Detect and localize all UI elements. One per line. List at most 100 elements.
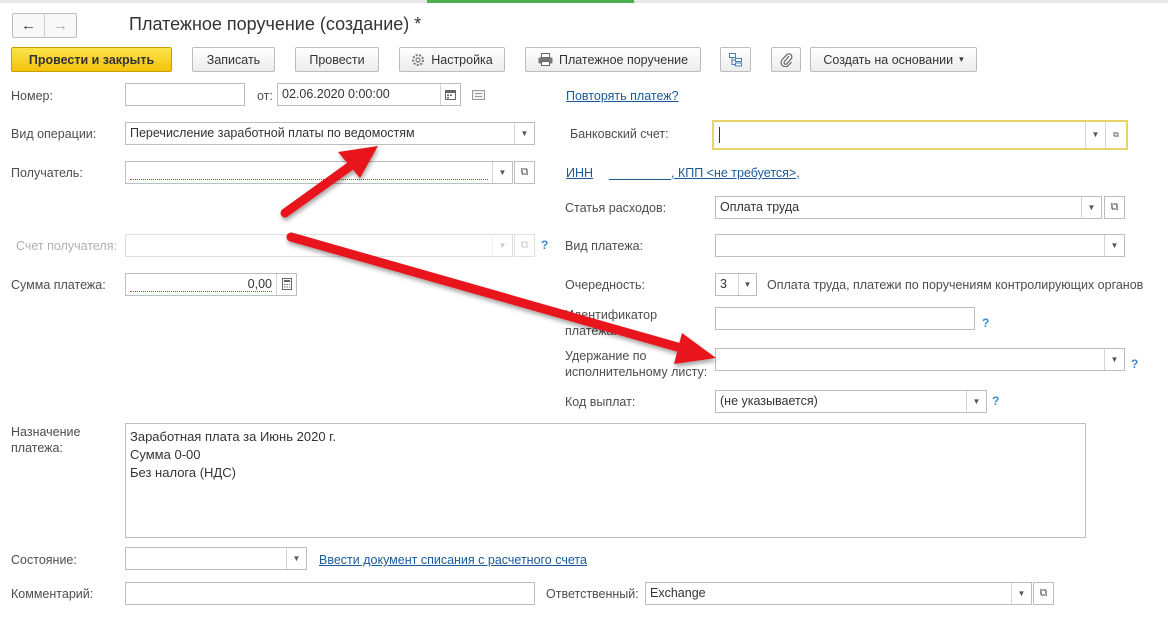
chevron-down-icon[interactable]: ▼ — [1081, 197, 1101, 218]
open-icon[interactable]: ⧉ — [1105, 122, 1126, 148]
chevron-down-icon[interactable]: ▼ — [1104, 349, 1124, 370]
chevron-down-icon[interactable]: ▼ — [738, 274, 756, 295]
kpp-link[interactable]: , КПП <не требуется>, — [671, 166, 800, 180]
top-tab-strip — [0, 0, 1168, 3]
chevron-down-icon[interactable]: ▼ — [966, 391, 986, 412]
chevron-down-icon: ▾ — [959, 54, 964, 64]
post-label: Провести — [309, 52, 365, 67]
post-and-close-button[interactable]: Провести и закрыть — [11, 47, 172, 72]
inn-blank-underline — [609, 179, 671, 180]
active-tab-indicator — [427, 0, 634, 3]
responsible-label: Ответственный: — [546, 587, 639, 601]
settings-button[interactable]: Настройка — [399, 47, 505, 72]
chevron-down-icon[interactable]: ▼ — [286, 548, 306, 569]
payment-identifier-label-2: платежа: — [565, 324, 617, 338]
required-underline — [130, 179, 488, 180]
post-button[interactable]: Провести — [295, 47, 379, 72]
chevron-down-icon[interactable]: ▼ — [1011, 583, 1031, 604]
bank-account-select[interactable]: ▼ ⧉ — [712, 120, 1128, 150]
comment-label: Комментарий: — [11, 587, 94, 601]
purpose-line: Заработная плата за Июнь 2020 г. — [130, 429, 336, 444]
printer-icon — [538, 53, 553, 66]
payout-code-select[interactable]: (не указывается) ▼ — [715, 390, 987, 413]
attach-button[interactable] — [771, 47, 801, 72]
payment-type-label: Вид платежа: — [565, 239, 644, 253]
date-value: 02.06.2020 0:00:00 — [282, 87, 390, 101]
gear-icon — [412, 53, 425, 66]
bank-account-label: Банковский счет: — [570, 127, 669, 141]
recipient-select[interactable]: ▼ — [125, 161, 513, 184]
structure-button[interactable] — [720, 47, 751, 72]
state-label: Состояние: — [11, 553, 77, 567]
post-and-close-label: Провести и закрыть — [28, 52, 155, 67]
chevron-down-icon: ▼ — [492, 235, 512, 256]
amount-input[interactable]: 0,00 — [125, 273, 297, 296]
number-label: Номер: — [11, 89, 53, 103]
withholding-label-2: исполнительному листу: — [565, 365, 708, 379]
payment-purpose-textarea[interactable]: Заработная плата за Июнь 2020 г. Сумма 0… — [125, 423, 1086, 538]
number-input[interactable] — [125, 83, 245, 106]
date-input[interactable]: 02.06.2020 0:00:00 — [277, 83, 461, 106]
calculator-icon[interactable] — [276, 274, 296, 295]
purpose-label-2: платежа: — [11, 441, 63, 455]
operation-type-value: Перечисление заработной платы по ведомос… — [130, 126, 415, 140]
repeat-payment-link[interactable]: Повторять платеж? — [566, 89, 679, 103]
page-title: Платежное поручение (создание) * — [129, 14, 422, 34]
priority-value: 3 — [720, 277, 727, 291]
chevron-down-icon[interactable]: ▼ — [1085, 122, 1105, 148]
priority-label: Очередность: — [565, 278, 645, 292]
operation-type-label: Вид операции: — [11, 127, 97, 141]
print-payment-order-label: Платежное поручение — [558, 52, 689, 67]
withholding-select[interactable]: ▼ — [715, 348, 1125, 371]
chevron-down-icon[interactable]: ▼ — [1104, 235, 1124, 256]
expense-item-select[interactable]: Оплата труда ▼ — [715, 196, 1102, 219]
recipient-account-open-icon: ⧉ — [514, 234, 535, 257]
recipient-account-select: ▼ — [125, 234, 513, 257]
purpose-line: Сумма 0-00 — [130, 447, 201, 462]
comment-input[interactable] — [125, 582, 535, 605]
create-based-on-label: Создать на основании — [823, 52, 954, 67]
create-based-on-button[interactable]: Создать на основании ▾ — [810, 47, 977, 72]
enter-writeoff-document-link[interactable]: Ввести документ списания с расчетного сч… — [319, 553, 587, 567]
back-arrow-icon[interactable]: ← — [13, 14, 44, 37]
responsible-value: Exchange — [650, 586, 706, 600]
settings-label: Настройка — [431, 52, 493, 67]
responsible-select[interactable]: Exchange ▼ — [645, 582, 1032, 605]
calendar-icon[interactable] — [440, 84, 460, 105]
responsible-open-icon[interactable]: ⧉ — [1033, 582, 1054, 605]
print-payment-order-button[interactable]: Платежное поручение — [525, 47, 701, 72]
forward-arrow-icon[interactable]: → — [44, 14, 76, 37]
amount-label: Сумма платежа: — [11, 278, 106, 292]
expense-item-label: Статья расходов: — [565, 201, 667, 215]
help-icon[interactable]: ? — [982, 316, 989, 330]
recipient-open-icon[interactable]: ⧉ — [514, 161, 535, 184]
payout-code-label: Код выплат: — [565, 395, 636, 409]
text-cursor — [719, 127, 720, 143]
priority-select[interactable]: 3 ▼ — [715, 273, 757, 296]
expense-item-value: Оплата труда — [720, 200, 800, 214]
expense-open-icon[interactable]: ⧉ — [1104, 196, 1125, 219]
help-icon[interactable]: ? — [992, 394, 999, 408]
priority-description: Оплата труда, платежи по поручениям конт… — [767, 278, 1144, 292]
chevron-down-icon[interactable]: ▼ — [492, 162, 512, 183]
state-select[interactable]: ▼ — [125, 547, 307, 570]
payment-identifier-input[interactable] — [715, 307, 975, 330]
date-label: от: — [257, 89, 273, 103]
inn-link[interactable]: ИНН — [566, 166, 593, 180]
save-button[interactable]: Записать — [192, 47, 275, 72]
payment-type-select[interactable]: ▼ — [715, 234, 1125, 257]
paperclip-icon — [779, 53, 792, 67]
recipient-account-label: Счет получателя: — [16, 239, 117, 253]
document-structure-icon — [729, 53, 742, 67]
purpose-line: Без налога (НДС) — [130, 465, 236, 480]
save-label: Записать — [206, 52, 261, 67]
chevron-down-icon[interactable]: ▼ — [514, 123, 534, 144]
help-icon[interactable]: ? — [1131, 357, 1138, 371]
help-icon[interactable]: ? — [541, 238, 548, 252]
comment-note-icon[interactable] — [472, 90, 485, 100]
purpose-label-1: Назначение — [11, 425, 81, 439]
payment-identifier-label-1: Идентификатор — [565, 308, 658, 322]
history-nav: ← → — [12, 13, 77, 38]
payout-code-value: (не указывается) — [720, 394, 818, 408]
operation-type-select[interactable]: Перечисление заработной платы по ведомос… — [125, 122, 535, 145]
